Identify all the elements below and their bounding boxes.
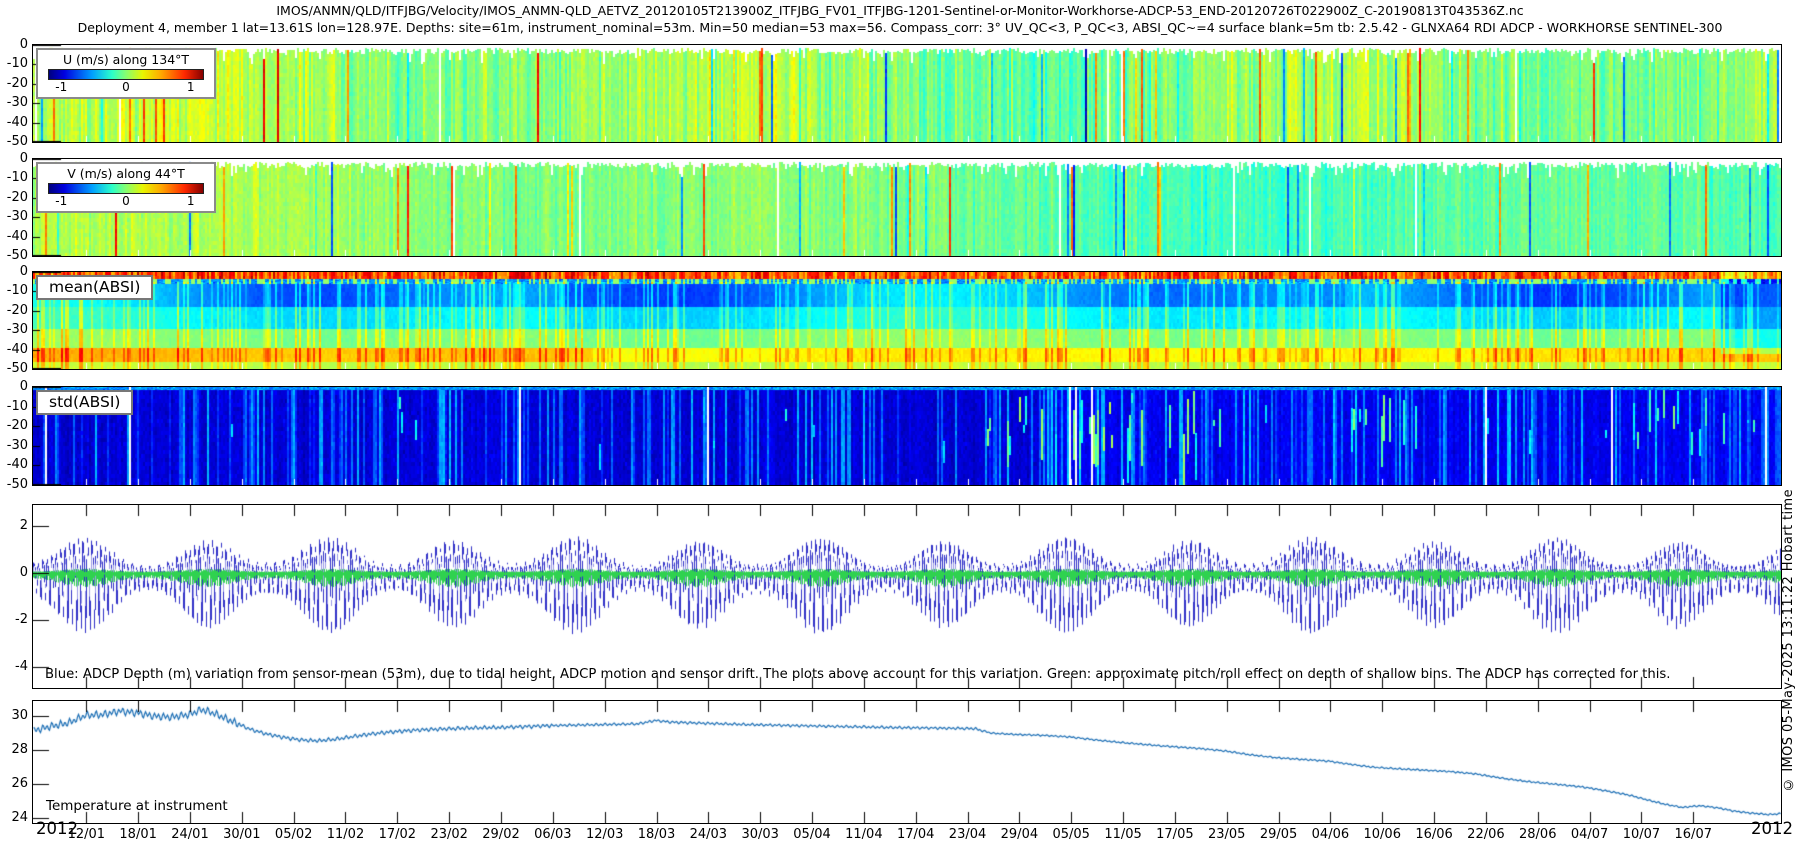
y-tick-label: 0	[0, 151, 28, 166]
x-tick-label: 17/05	[1156, 827, 1193, 842]
x-tick-label: 23/02	[430, 827, 467, 842]
y-tick-label: 0	[0, 264, 28, 279]
x-tick-label: 10/06	[1364, 827, 1401, 842]
y-tick-label: -20	[0, 76, 28, 91]
y-tick-label: 28	[0, 742, 28, 757]
y-tick-label: -30	[0, 209, 28, 224]
y-tick-label: 30	[0, 708, 28, 723]
colorbar-tick: -1	[55, 80, 67, 94]
y-tick-label: -30	[0, 95, 28, 110]
colorbar-tick-labels: -1 0 1	[43, 194, 209, 209]
x-tick-label: 30/01	[223, 827, 260, 842]
y-tick-label: -50	[0, 361, 28, 376]
y-tick-label: -30	[0, 322, 28, 337]
y-tick-label: -50	[0, 134, 28, 149]
u-colorbar-legend: U (m/s) along 134°T -1 0 1	[36, 48, 216, 99]
x-tick-label: 06/03	[534, 827, 571, 842]
panel-mean-absi: mean(ABSI)	[33, 272, 1781, 369]
y-tick-label: -10	[0, 170, 28, 185]
mean-absi-label: mean(ABSI)	[36, 275, 153, 300]
x-tick-label: 04/06	[1312, 827, 1349, 842]
y-tick-label: -20	[0, 418, 28, 433]
x-tick-label: 11/04	[845, 827, 882, 842]
jet-colorbar	[48, 69, 204, 80]
x-tick-label: 29/05	[1260, 827, 1297, 842]
y-tick-label: -40	[0, 115, 28, 130]
mean-absi-heatmap	[33, 272, 1781, 369]
x-axis-year-right: 2012	[1751, 819, 1793, 838]
x-tick-label: 18/01	[119, 827, 156, 842]
y-tick-label: -50	[0, 477, 28, 492]
y-tick-label: -2	[0, 612, 28, 627]
x-tick-label: 24/01	[171, 827, 208, 842]
u-velocity-heatmap	[33, 45, 1781, 142]
y-tick-label: -10	[0, 399, 28, 414]
y-tick-label: 2	[0, 518, 28, 533]
figure-title: IMOS/ANMN/QLD/ITFJBG/Velocity/IMOS_ANMN-…	[0, 3, 1800, 18]
figure-root: IMOS/ANMN/QLD/ITFJBG/Velocity/IMOS_ANMN-…	[0, 0, 1800, 850]
colorbar-tick: 1	[187, 194, 195, 208]
panel-temperature: Temperature at instrument	[33, 701, 1781, 823]
colorbar-tick: 0	[122, 194, 130, 208]
std-absi-label: std(ABSI)	[36, 390, 133, 415]
y-tick-label: -20	[0, 190, 28, 205]
y-tick-label: -40	[0, 457, 28, 472]
y-tick-label: -40	[0, 342, 28, 357]
v-velocity-heatmap	[33, 159, 1781, 256]
v-colorbar-legend: V (m/s) along 44°T -1 0 1	[36, 162, 216, 213]
x-tick-label: 30/03	[741, 827, 778, 842]
y-tick-label: -20	[0, 303, 28, 318]
y-tick-label: 26	[0, 776, 28, 791]
x-tick-label: 12/03	[586, 827, 623, 842]
panel-std-absi: std(ABSI)	[33, 387, 1781, 485]
x-tick-label: 23/04	[949, 827, 986, 842]
x-tick-label: 23/05	[1208, 827, 1245, 842]
y-tick-label: -40	[0, 229, 28, 244]
jet-colorbar	[48, 183, 204, 194]
y-tick-label: -30	[0, 438, 28, 453]
x-tick-label: 11/05	[1104, 827, 1141, 842]
x-tick-label: 24/03	[690, 827, 727, 842]
x-tick-label: 17/02	[379, 827, 416, 842]
colorbar-tick: -1	[55, 194, 67, 208]
depth-caption: Blue: ADCP Depth (m) variation from sens…	[45, 667, 1670, 682]
y-tick-label: -10	[0, 283, 28, 298]
colorbar-tick: 1	[187, 80, 195, 94]
colorbar-tick-labels: -1 0 1	[43, 80, 209, 95]
v-legend-title: V (m/s) along 44°T	[43, 166, 209, 181]
x-tick-label: 05/04	[793, 827, 830, 842]
std-absi-heatmap	[33, 387, 1781, 485]
y-tick-label: 24	[0, 810, 28, 825]
x-tick-label: 18/03	[638, 827, 675, 842]
x-tick-label: 22/06	[1467, 827, 1504, 842]
x-tick-label: 10/07	[1623, 827, 1660, 842]
y-tick-label: -50	[0, 248, 28, 263]
x-tick-label: 11/02	[327, 827, 364, 842]
x-tick-label: 12/01	[68, 827, 105, 842]
colorbar-tick: 0	[122, 80, 130, 94]
depth-variation-plot	[33, 505, 1781, 688]
y-tick-label: 0	[0, 379, 28, 394]
y-tick-label: -4	[0, 659, 28, 674]
x-tick-label: 29/02	[482, 827, 519, 842]
x-tick-label: 04/07	[1571, 827, 1608, 842]
x-tick-label: 16/06	[1415, 827, 1452, 842]
figure-subtitle: Deployment 4, member 1 lat=13.61S lon=12…	[0, 20, 1800, 35]
x-tick-label: 16/07	[1675, 827, 1712, 842]
x-tick-label: 29/04	[1001, 827, 1038, 842]
x-tick-label: 05/02	[275, 827, 312, 842]
panel-v-velocity: V (m/s) along 44°T -1 0 1	[33, 159, 1781, 256]
temperature-plot	[33, 701, 1781, 823]
y-tick-label: 0	[0, 37, 28, 52]
panel-depth-variation: Blue: ADCP Depth (m) variation from sens…	[33, 505, 1781, 688]
x-tick-label: 05/05	[1052, 827, 1089, 842]
y-tick-label: 0	[0, 565, 28, 580]
x-tick-label: 17/04	[897, 827, 934, 842]
panel-u-velocity: U (m/s) along 134°T -1 0 1	[33, 45, 1781, 142]
x-tick-label: 28/06	[1519, 827, 1556, 842]
y-tick-label: -10	[0, 56, 28, 71]
temperature-label: Temperature at instrument	[46, 798, 228, 814]
imos-watermark: © IMOS 05-May-2025 13:11:22 Hobart time	[1781, 489, 1796, 792]
u-legend-title: U (m/s) along 134°T	[43, 52, 209, 67]
